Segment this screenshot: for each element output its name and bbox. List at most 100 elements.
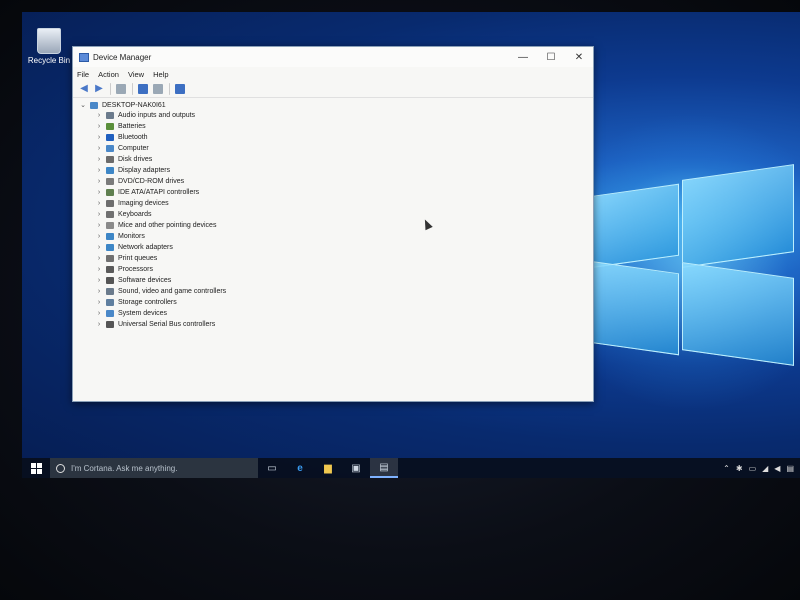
tree-node[interactable]: › Software devices xyxy=(79,275,593,286)
wifi-tray-icon[interactable]: ◢ xyxy=(762,464,768,473)
volume-tray-icon[interactable]: ◀ xyxy=(774,464,780,473)
chevron-right-icon[interactable]: › xyxy=(95,156,103,163)
menu-view[interactable]: View xyxy=(128,70,144,79)
mouse-icon xyxy=(106,222,114,229)
keyboard-icon xyxy=(106,211,114,218)
chevron-right-icon[interactable]: › xyxy=(95,123,103,130)
tree-node[interactable]: › Monitors xyxy=(79,231,593,242)
tree-root-label: DESKTOP-NAK0I61 xyxy=(102,101,166,109)
network-icon xyxy=(106,244,114,251)
printer-icon xyxy=(106,255,114,262)
sound-icon xyxy=(106,288,114,295)
cortana-placeholder: I'm Cortana. Ask me anything. xyxy=(71,463,178,473)
tree-node[interactable]: › Batteries xyxy=(79,121,593,132)
chevron-right-icon[interactable]: › xyxy=(95,266,103,273)
properties-icon[interactable] xyxy=(116,84,126,94)
task-view-icon[interactable]: ▭ xyxy=(258,458,286,478)
help-icon[interactable] xyxy=(138,84,148,94)
menu-help[interactable]: Help xyxy=(153,70,168,79)
maximize-button[interactable]: ☐ xyxy=(537,47,565,67)
tree-node-label: Mice and other pointing devices xyxy=(118,222,217,229)
tree-node-label: Batteries xyxy=(118,123,146,130)
tree-node[interactable]: › System devices xyxy=(79,308,593,319)
device-tree: ⌄ DESKTOP-NAK0I61 › Audio inputs and outp… xyxy=(73,98,593,330)
tree-node[interactable]: › Keyboards xyxy=(79,209,593,220)
tree-node[interactable]: › Audio inputs and outputs xyxy=(79,110,593,121)
chevron-right-icon[interactable]: › xyxy=(95,233,103,240)
chevron-right-icon[interactable]: › xyxy=(95,244,103,251)
speaker-icon xyxy=(106,112,114,119)
tree-node-label: Storage controllers xyxy=(118,299,177,306)
chevron-right-icon[interactable]: › xyxy=(95,178,103,185)
chevron-right-icon[interactable]: › xyxy=(95,255,103,262)
processor-icon xyxy=(106,266,114,273)
title-bar[interactable]: Device Manager — ☐ ✕ xyxy=(73,47,593,67)
device-manager-taskbar-icon[interactable]: ▤ xyxy=(370,458,398,478)
chevron-right-icon[interactable]: › xyxy=(95,277,103,284)
bluetooth-tray-icon[interactable]: ✱ xyxy=(736,464,743,473)
chevron-right-icon[interactable]: › xyxy=(95,310,103,317)
tree-node-label: System devices xyxy=(118,310,168,317)
tree-node-label: Imaging devices xyxy=(118,200,169,207)
back-arrow-icon[interactable]: ◀ xyxy=(79,84,89,94)
scan-hardware-icon[interactable] xyxy=(175,84,185,94)
tree-node[interactable]: › Display adapters xyxy=(79,165,593,176)
bluetooth-icon xyxy=(106,134,114,141)
menu-action[interactable]: Action xyxy=(98,70,119,79)
chevron-right-icon[interactable]: › xyxy=(95,189,103,196)
recycle-bin[interactable]: Recycle Bin xyxy=(26,28,72,65)
tree-node[interactable]: › Network adapters xyxy=(79,242,593,253)
wallpaper-logo-pane xyxy=(682,262,794,366)
edge-icon[interactable]: e xyxy=(286,458,314,478)
tree-node-label: Print queues xyxy=(118,255,158,262)
chevron-right-icon[interactable]: › xyxy=(95,211,103,218)
toolbar-separator xyxy=(110,83,111,95)
camera-icon xyxy=(106,200,114,207)
desktop: Recycle Bin Device Manager — ☐ ✕ File Ac… xyxy=(22,12,800,478)
chevron-right-icon[interactable]: › xyxy=(95,112,103,119)
menu-file[interactable]: File xyxy=(77,70,89,79)
software-icon xyxy=(106,277,114,284)
wallpaper-logo-pane xyxy=(589,183,679,269)
tree-node[interactable]: › Universal Serial Bus controllers xyxy=(79,319,593,330)
tree-root[interactable]: ⌄ DESKTOP-NAK0I61 xyxy=(79,100,593,110)
tree-node[interactable]: › Storage controllers xyxy=(79,297,593,308)
tree-node[interactable]: › IDE ATA/ATAPI controllers xyxy=(79,187,593,198)
tree-node-label: Keyboards xyxy=(118,211,152,218)
tree-node[interactable]: › Processors xyxy=(79,264,593,275)
tree-node-label: IDE ATA/ATAPI controllers xyxy=(118,189,200,196)
chevron-right-icon[interactable]: › xyxy=(95,145,103,152)
close-button[interactable]: ✕ xyxy=(565,47,593,67)
chevron-right-icon[interactable]: › xyxy=(95,200,103,207)
file-explorer-icon[interactable]: ▆ xyxy=(314,458,342,478)
device-manager-window[interactable]: Device Manager — ☐ ✕ File Action View He… xyxy=(72,46,594,402)
battery-tray-icon[interactable]: ▭ xyxy=(749,464,757,473)
chevron-right-icon[interactable]: › xyxy=(95,299,103,306)
chevron-up-icon[interactable]: ⌃ xyxy=(723,464,730,473)
store-icon[interactable]: ▣ xyxy=(342,458,370,478)
tree-node[interactable]: › DVD/CD-ROM drives xyxy=(79,176,593,187)
chevron-right-icon[interactable]: › xyxy=(95,288,103,295)
show-hidden-icon[interactable] xyxy=(153,84,163,94)
chevron-down-icon[interactable]: ⌄ xyxy=(79,101,87,109)
forward-arrow-icon[interactable]: ▶ xyxy=(94,84,104,94)
chevron-right-icon[interactable]: › xyxy=(95,222,103,229)
cortana-search-box[interactable]: I'm Cortana. Ask me anything. xyxy=(50,458,258,478)
tree-node[interactable]: › Mice and other pointing devices xyxy=(79,220,593,231)
chevron-right-icon[interactable]: › xyxy=(95,134,103,141)
minimize-button[interactable]: — xyxy=(509,47,537,67)
tree-node[interactable]: › Sound, video and game controllers xyxy=(79,286,593,297)
tree-node[interactable]: › Disk drives xyxy=(79,154,593,165)
start-button[interactable] xyxy=(22,458,50,478)
tree-node[interactable]: › Bluetooth xyxy=(79,132,593,143)
tree-node[interactable]: › Computer xyxy=(79,143,593,154)
tree-node[interactable]: › Print queues xyxy=(79,253,593,264)
recycle-bin-icon xyxy=(37,28,61,54)
chevron-right-icon[interactable]: › xyxy=(95,167,103,174)
chevron-right-icon[interactable]: › xyxy=(95,321,103,328)
monitor-bezel: Recycle Bin Device Manager — ☐ ✕ File Ac… xyxy=(0,0,800,600)
tree-node[interactable]: › Imaging devices xyxy=(79,198,593,209)
tree-node-label: Display adapters xyxy=(118,167,171,174)
notifications-icon[interactable]: ▤ xyxy=(786,464,794,473)
display-icon xyxy=(106,167,114,174)
